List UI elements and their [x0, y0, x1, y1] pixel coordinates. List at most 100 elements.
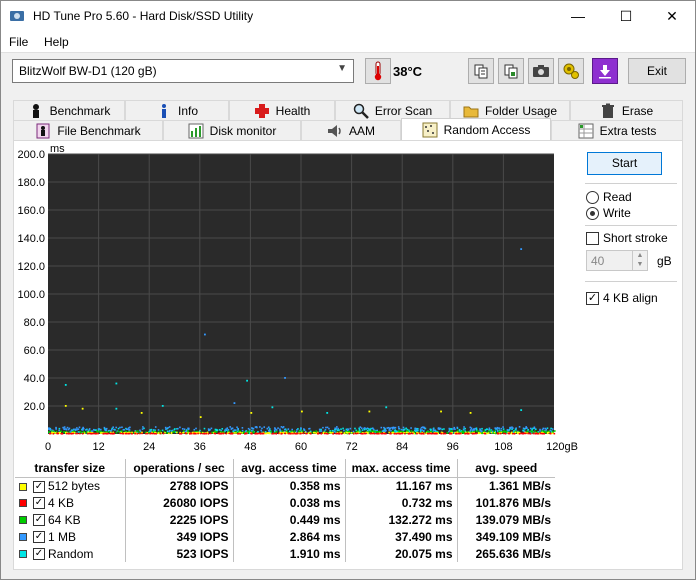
- scatter-point: [467, 432, 470, 435]
- short-stroke-checkbox[interactable]: Short stroke: [586, 231, 668, 245]
- scatter-point: [78, 426, 81, 429]
- scatter-point: [390, 429, 392, 432]
- scatter-point: [476, 430, 478, 433]
- scatter-point: [131, 432, 133, 435]
- scatter-point: [74, 428, 77, 431]
- scatter-point: [166, 432, 169, 434]
- scatter-point: [179, 426, 181, 429]
- scatter-point: [63, 426, 66, 428]
- series-color-swatch: [19, 533, 27, 542]
- scatter-point: [512, 427, 514, 429]
- scatter-point: [382, 430, 384, 432]
- scatter-point: [252, 427, 255, 430]
- scatter-point: [139, 429, 141, 432]
- y-tick-label: 120.0: [17, 261, 45, 273]
- scatter-point: [214, 432, 217, 435]
- scatter-point: [542, 427, 545, 430]
- scatter-point: [391, 426, 393, 429]
- scatter-point: [475, 432, 478, 435]
- scatter-point: [87, 432, 89, 435]
- scatter-point-outlier: [271, 406, 274, 409]
- scatter-point: [293, 432, 295, 435]
- scatter-point: [117, 427, 120, 430]
- scatter-point: [371, 432, 373, 435]
- scatter-point: [546, 432, 549, 435]
- scatter-point: [76, 428, 78, 431]
- avg-cell: 0.038 ms: [232, 494, 345, 511]
- scatter-point: [170, 432, 173, 435]
- scatter-point: [502, 428, 505, 430]
- scatter-point: [52, 432, 55, 435]
- scatter-point: [254, 426, 257, 428]
- scatter-point: [332, 432, 335, 435]
- scatter-point: [65, 432, 68, 435]
- read-radio-dot[interactable]: [586, 190, 599, 204]
- scatter-point: [325, 426, 327, 429]
- scatter-point: [376, 429, 379, 432]
- align-box[interactable]: ✓: [586, 291, 599, 305]
- scatter-point: [210, 427, 213, 430]
- scatter-point: [308, 427, 310, 430]
- short-stroke-spinner[interactable]: ▲ ▼: [632, 251, 647, 270]
- scatter-point: [230, 432, 232, 435]
- scatter-point: [77, 428, 80, 430]
- series-checkbox[interactable]: ✓: [33, 531, 45, 544]
- scatter-point: [249, 430, 251, 432]
- scatter-point: [90, 432, 93, 435]
- scatter-point: [287, 432, 290, 435]
- ops-cell: 26080 IOPS: [124, 494, 233, 511]
- col-transfer-size: transfer size: [15, 459, 125, 478]
- scatter-point: [251, 432, 253, 435]
- scatter-point: [356, 432, 359, 435]
- scatter-point: [418, 432, 421, 435]
- scatter-point: [448, 429, 451, 431]
- scatter-point: [134, 432, 137, 435]
- scatter-point: [187, 430, 190, 433]
- series-checkbox[interactable]: ✓: [33, 480, 45, 493]
- scatter-point: [260, 429, 262, 432]
- y-tick-label: 20.0: [24, 401, 45, 413]
- scatter-point: [95, 432, 98, 435]
- scatter-point: [161, 429, 164, 432]
- scatter-point: [119, 432, 122, 435]
- scatter-point: [262, 432, 265, 435]
- scatter-point: [533, 426, 536, 429]
- scatter-point: [473, 428, 475, 430]
- scatter-point: [402, 426, 405, 429]
- short-stroke-input[interactable]: 40 ▲ ▼: [586, 250, 648, 271]
- series-checkbox[interactable]: ✓: [33, 497, 45, 510]
- scatter-point: [281, 432, 283, 435]
- scatter-point: [159, 430, 162, 432]
- scatter-point: [145, 432, 147, 435]
- scatter-point: [336, 429, 339, 431]
- scatter-point: [299, 432, 301, 435]
- start-button[interactable]: Start: [587, 152, 662, 175]
- series-checkbox[interactable]: ✓: [33, 548, 45, 561]
- row-label-cell: ✓ Random: [15, 545, 125, 562]
- scatter-point: [398, 427, 400, 430]
- write-radio[interactable]: Write: [586, 206, 631, 220]
- speed-cell: 349.109 MB/s: [456, 528, 555, 545]
- scatter-point: [349, 427, 352, 430]
- read-radio[interactable]: Read: [586, 190, 632, 204]
- scatter-point: [229, 426, 231, 428]
- scatter-point: [291, 432, 293, 435]
- align-checkbox[interactable]: ✓ 4 KB align: [586, 291, 658, 305]
- write-radio-label: Write: [603, 206, 631, 220]
- scatter-point: [345, 428, 348, 431]
- max-cell: 132.272 ms: [344, 511, 457, 528]
- align-label: 4 KB align: [603, 291, 658, 305]
- scatter-point: [295, 432, 297, 435]
- scatter-point: [521, 432, 524, 435]
- scatter-point: [479, 428, 481, 430]
- series-checkbox[interactable]: ✓: [33, 514, 45, 527]
- scatter-point: [270, 430, 272, 433]
- scatter-point: [121, 426, 123, 429]
- scatter-point: [48, 428, 50, 430]
- scatter-point: [273, 432, 275, 435]
- scatter-point: [105, 428, 107, 431]
- short-stroke-box[interactable]: [586, 231, 599, 245]
- scatter-point: [142, 426, 144, 428]
- write-radio-dot[interactable]: [586, 206, 599, 220]
- scatter-point: [515, 427, 517, 430]
